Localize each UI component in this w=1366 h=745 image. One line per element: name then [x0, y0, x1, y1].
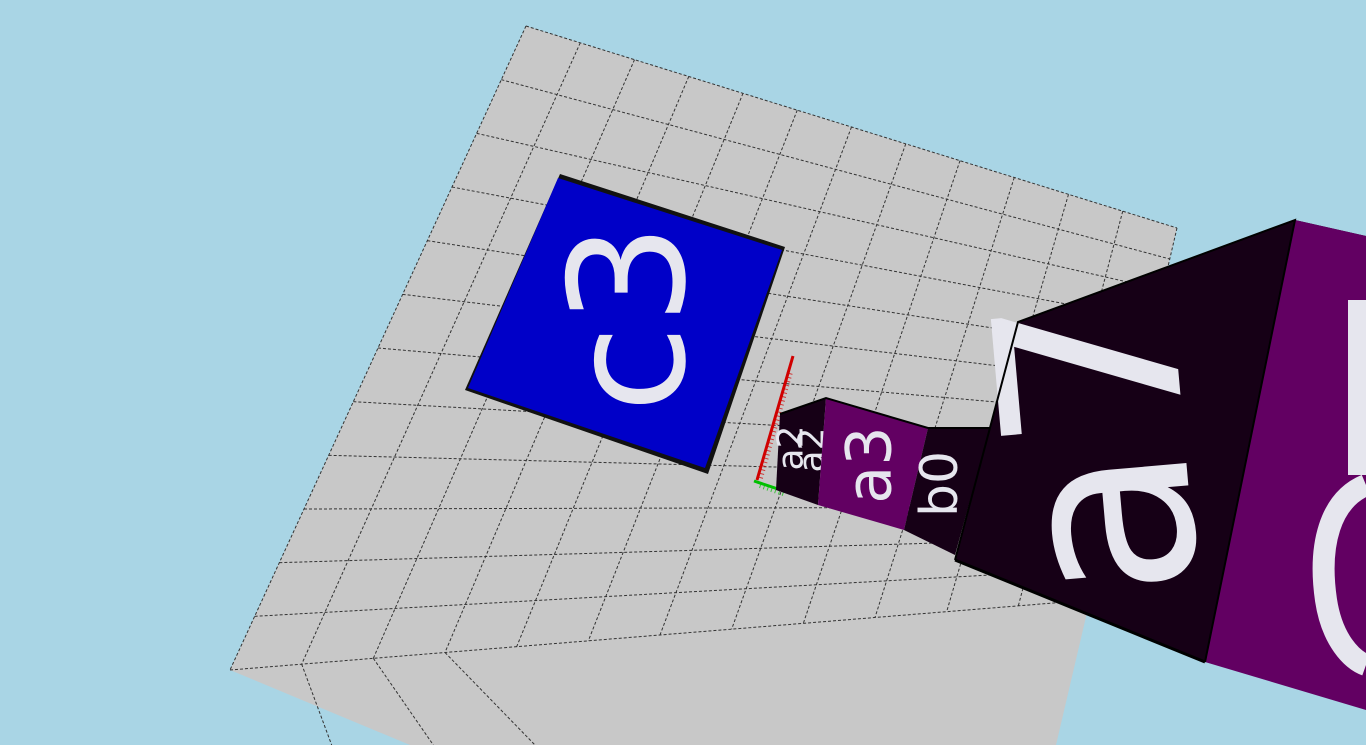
cube-small-front-label: a3 — [833, 426, 906, 503]
cube-large-left-label: a7 — [939, 277, 1256, 613]
game-viewport[interactable]: c3 a2 a2 a3 b0 a7 — [0, 0, 1366, 745]
floor-tile-label: c3 — [535, 223, 722, 413]
